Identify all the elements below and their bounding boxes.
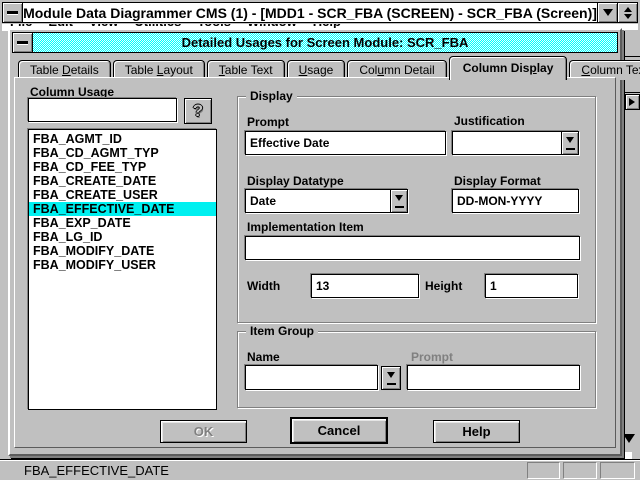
- dialog-title: Detailed Usages for Screen Module: SCR_F…: [33, 35, 617, 50]
- dropdown-bar-icon: [566, 148, 575, 150]
- dialog-titlebar: Detailed Usages for Screen Module: SCR_F…: [12, 32, 618, 53]
- justification-dropdown-button[interactable]: [561, 132, 578, 154]
- display-datatype-combo[interactable]: [245, 189, 408, 213]
- width-label: Width: [247, 279, 280, 293]
- tab-column-display[interactable]: Column Display: [449, 56, 568, 80]
- item-group-prompt-input[interactable]: [407, 365, 580, 390]
- item-group: Item Group Name Prompt: [237, 331, 596, 408]
- column-usage-listbox[interactable]: FBA_AGMT_IDFBA_CD_AGMT_TYPFBA_CD_FEE_TYP…: [28, 129, 217, 410]
- restore-button[interactable]: [617, 3, 637, 22]
- display-datatype-dropdown-button[interactable]: [390, 190, 407, 212]
- item-group-name-input[interactable]: [245, 365, 378, 390]
- implementation-item-input[interactable]: [245, 236, 580, 260]
- display-group-title: Display: [246, 89, 297, 103]
- dropdown-arrow-icon: [566, 137, 574, 147]
- cancel-button[interactable]: Cancel: [290, 417, 388, 444]
- status-bar: FBA_EFFECTIVE_DATE: [0, 459, 640, 480]
- dialog-system-menu-button[interactable]: [13, 33, 33, 52]
- prompt-label: Prompt: [247, 115, 289, 129]
- prompt-input[interactable]: [245, 131, 446, 155]
- divider: [623, 56, 640, 57]
- column-usage-list-item[interactable]: FBA_AGMT_ID: [29, 132, 216, 146]
- column-usage-list-item[interactable]: FBA_LG_ID: [29, 230, 216, 244]
- display-datatype-label: Display Datatype: [247, 174, 344, 188]
- item-group-title: Item Group: [246, 324, 318, 338]
- justification-input[interactable]: [452, 131, 579, 155]
- divider: [623, 92, 640, 93]
- app-titlebar: Module Data Diagrammer CMS (1) - [MDD1 -…: [2, 2, 638, 23]
- dropdown-bar-icon: [395, 206, 404, 208]
- system-menu-icon: [17, 41, 28, 44]
- justification-label: Justification: [454, 114, 525, 128]
- help-query-icon: ?: [193, 101, 203, 121]
- minimize-icon: [603, 9, 613, 21]
- scroll-down-icon: [623, 434, 635, 449]
- column-usage-list-item[interactable]: FBA_CD_AGMT_TYP: [29, 146, 216, 160]
- column-usage-list-item[interactable]: FBA_CD_FEE_TYP: [29, 160, 216, 174]
- column-usage-help-button[interactable]: ?: [184, 98, 212, 124]
- dropdown-arrow-icon: [387, 372, 395, 382]
- help-button[interactable]: Help: [433, 420, 520, 443]
- display-format-input[interactable]: [452, 189, 579, 213]
- column-usage-list-item[interactable]: FBA_EXP_DATE: [29, 216, 216, 230]
- item-group-prompt-label: Prompt: [411, 350, 453, 364]
- tab-panel: Column Usage ? FBA_AGMT_IDFBA_CD_AGMT_TY…: [14, 77, 616, 448]
- status-panel: [527, 462, 560, 479]
- scroll-right-icon: [629, 98, 639, 106]
- column-usage-list-item[interactable]: FBA_CREATE_DATE: [29, 174, 216, 188]
- screen: { "colors": { "desktop_gray": "#c0c0c0",…: [0, 0, 640, 480]
- status-panel: [563, 462, 597, 479]
- column-usage-list-item[interactable]: FBA_MODIFY_USER: [29, 258, 216, 272]
- app-title: Module Data Diagrammer CMS (1) - [MDD1 -…: [23, 5, 597, 21]
- item-group-name-dropdown-button[interactable]: [381, 366, 401, 390]
- system-menu-icon: [7, 11, 18, 14]
- status-text: FBA_EFFECTIVE_DATE: [24, 463, 169, 478]
- dropdown-bar-icon: [387, 383, 396, 385]
- item-group-name-label: Name: [247, 350, 280, 364]
- restore-down-icon: [624, 14, 632, 23]
- height-input[interactable]: [485, 274, 578, 298]
- column-usage-filter-input[interactable]: [28, 98, 177, 122]
- ok-button[interactable]: OK: [160, 420, 247, 443]
- status-panel: [600, 462, 635, 479]
- justification-combo[interactable]: [452, 131, 579, 155]
- display-datatype-input[interactable]: [245, 189, 408, 213]
- app-system-menu-button[interactable]: [3, 3, 23, 22]
- column-usage-list-item[interactable]: FBA_MODIFY_DATE: [29, 244, 216, 258]
- height-label: Height: [425, 279, 462, 293]
- implementation-item-label: Implementation Item: [247, 220, 364, 234]
- scroll-right-button[interactable]: [625, 94, 640, 110]
- minimize-button[interactable]: [597, 3, 617, 22]
- width-input[interactable]: [311, 274, 419, 298]
- dropdown-arrow-icon: [395, 195, 403, 205]
- column-usage-list-item[interactable]: FBA_CREATE_USER: [29, 188, 216, 202]
- background-window-right-edge: [622, 30, 640, 455]
- column-usage-list-item[interactable]: FBA_EFFECTIVE_DATE: [29, 202, 216, 216]
- detailed-usages-dialog: Detailed Usages for Screen Module: SCR_F…: [8, 28, 622, 456]
- restore-up-icon: [624, 3, 632, 12]
- column-usage-label: Column Usage: [30, 85, 114, 99]
- display-format-label: Display Format: [454, 174, 541, 188]
- display-group: Display Prompt Justification Display Dat…: [237, 96, 596, 323]
